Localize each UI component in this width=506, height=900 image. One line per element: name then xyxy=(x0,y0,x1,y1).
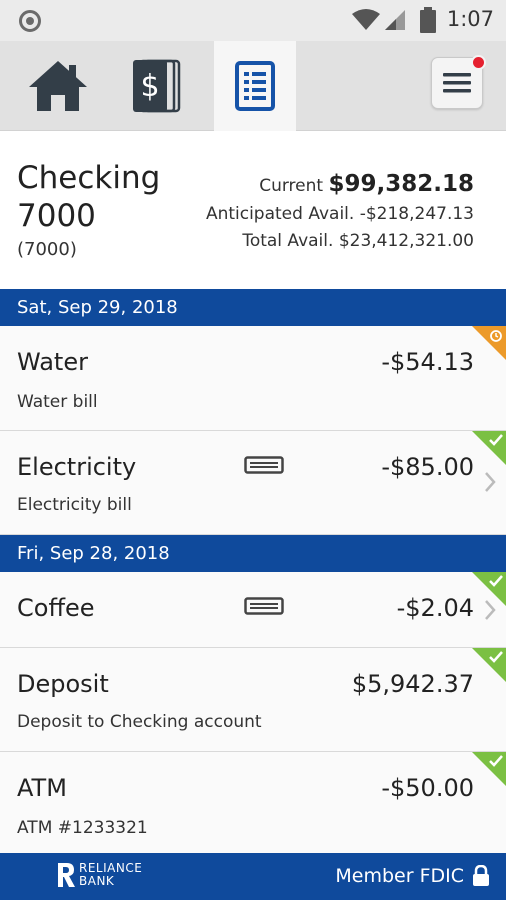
date-header: Sat, Sep 29, 2018 xyxy=(0,289,506,326)
transaction-title: Coffee xyxy=(17,594,95,622)
transaction-title: Water xyxy=(17,348,88,376)
bank-logo: RELIANCE BANK xyxy=(56,862,142,888)
total-balance-label: Total Avail. xyxy=(242,231,334,251)
receipt-attachment-icon xyxy=(244,456,284,474)
home-icon xyxy=(29,61,87,111)
clock-icon xyxy=(490,330,502,342)
transaction-description: ATM #1233321 xyxy=(17,818,148,838)
status-bar: 1:07 xyxy=(0,0,506,41)
battery-icon xyxy=(420,7,436,33)
lock-icon xyxy=(473,865,489,886)
anticipated-balance-label: Anticipated Avail. xyxy=(205,204,355,224)
signal-icon xyxy=(385,10,405,30)
transaction-row[interactable]: ATM -$50.00 ATM #1233321 xyxy=(0,752,506,853)
transaction-row[interactable]: Electricity -$85.00 Electricity bill xyxy=(0,431,506,535)
fdic-notice: Member FDIC xyxy=(335,865,490,887)
checkmark-icon xyxy=(489,575,503,587)
current-balance-value: $99,382.18 xyxy=(328,171,474,197)
checkmark-icon xyxy=(489,755,503,767)
transaction-row[interactable]: Water -$54.13 Water bill xyxy=(0,326,506,431)
total-balance-value: $23,412,321.00 xyxy=(338,231,474,251)
dollar-icon: $ xyxy=(133,59,181,113)
current-balance: Current $99,382.18 xyxy=(259,171,474,197)
transaction-title: Electricity xyxy=(17,453,137,481)
transaction-amount: -$50.00 xyxy=(381,774,474,802)
checkmark-icon xyxy=(489,651,503,663)
logo-line2: BANK xyxy=(79,874,115,888)
hamburger-menu-icon xyxy=(443,73,471,93)
account-summary: Checking 7000 (7000) Current $99,382.18 … xyxy=(0,131,506,289)
transaction-row[interactable]: Coffee -$2.04 xyxy=(0,572,506,648)
footer: RELIANCE BANK Member FDIC xyxy=(0,853,506,900)
transaction-row[interactable]: Deposit $5,942.37 Deposit to Checking ac… xyxy=(0,648,506,752)
wifi-icon xyxy=(352,9,380,30)
account-name: Checking 7000 xyxy=(17,160,161,234)
tab-bar: $ xyxy=(0,41,506,131)
menu-button[interactable] xyxy=(431,55,486,109)
transaction-title: Deposit xyxy=(17,670,109,698)
checkmark-icon xyxy=(489,434,503,446)
fdic-label: Member FDIC xyxy=(335,865,464,887)
notification-badge xyxy=(471,55,486,70)
tab-accounts[interactable]: $ xyxy=(114,41,202,131)
reliance-r-logo-icon xyxy=(58,863,75,887)
receipt-attachment-icon xyxy=(244,597,284,615)
date-header: Fri, Sep 28, 2018 xyxy=(0,535,506,572)
transaction-amount: -$85.00 xyxy=(381,453,474,481)
account-number: (7000) xyxy=(17,239,77,260)
chevron-right-icon xyxy=(485,472,496,492)
clock: 1:07 xyxy=(446,7,494,31)
tab-activity[interactable] xyxy=(214,41,296,131)
anticipated-balance-value: -$218,247.13 xyxy=(359,204,474,224)
document-list-icon xyxy=(235,61,275,111)
anticipated-balance: Anticipated Avail. -$218,247.13 xyxy=(206,204,474,224)
transaction-title: ATM xyxy=(17,774,67,802)
current-balance-label: Current xyxy=(259,176,324,196)
tab-home[interactable] xyxy=(14,41,102,131)
svg-text:$: $ xyxy=(140,69,159,104)
total-balance: Total Avail. $23,412,321.00 xyxy=(242,231,474,251)
transaction-amount: $5,942.37 xyxy=(351,670,474,698)
transaction-amount: -$54.13 xyxy=(381,348,474,376)
transaction-description: Electricity bill xyxy=(17,495,132,515)
transaction-amount: -$2.04 xyxy=(396,594,474,622)
transaction-description: Deposit to Checking account xyxy=(17,712,262,732)
notification-dot-icon xyxy=(19,10,41,32)
transaction-description: Water bill xyxy=(17,392,98,412)
